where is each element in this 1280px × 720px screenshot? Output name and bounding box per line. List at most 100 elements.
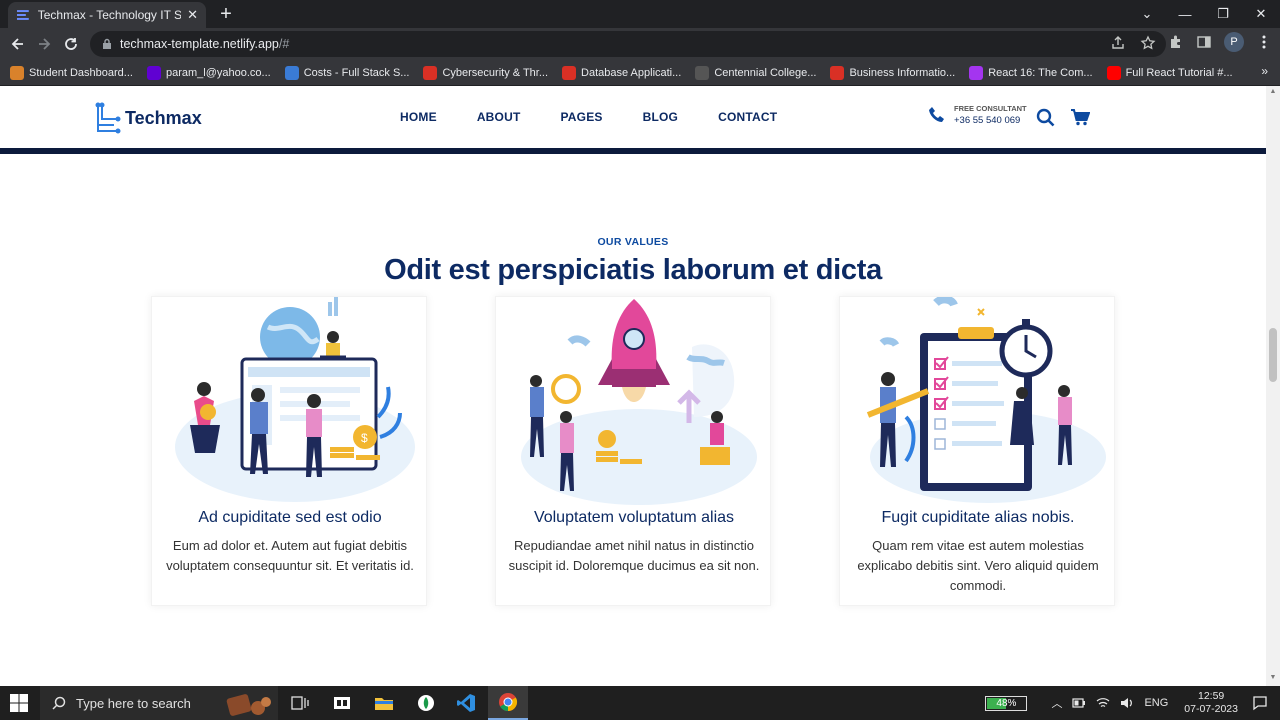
system-clock[interactable]: 12:59 07-07-2023	[1184, 690, 1238, 716]
bookmark-label: Costs - Full Stack S...	[303, 66, 410, 79]
nav-pages[interactable]: PAGES	[560, 110, 602, 124]
taskbar-app-green[interactable]	[406, 686, 446, 720]
close-window-button[interactable]: ✕	[1242, 0, 1280, 28]
scroll-down-arrow-icon[interactable]: ▼	[1269, 674, 1277, 681]
colorful-star-icon	[10, 65, 24, 80]
battery-percent: 48%	[996, 697, 1017, 709]
yahoo-icon	[146, 65, 161, 80]
taskbar-search[interactable]: Type here to search	[40, 686, 278, 720]
clock-date: 07-07-2023	[1184, 703, 1238, 715]
bookmark-item[interactable]: Business Informatio...	[830, 65, 956, 80]
battery-indicator[interactable]: 48%	[985, 695, 1028, 711]
browser-tab-active[interactable]: Techmax - Technology IT Solution ✕	[8, 2, 206, 28]
nav-contact[interactable]: CONTACT	[718, 110, 777, 124]
consultant-contact[interactable]: FREE CONSULTANT +36 55 540 069	[928, 104, 1027, 126]
reload-button[interactable]	[59, 32, 83, 56]
profile-avatar[interactable]: P	[1224, 32, 1244, 52]
bookmark-label: Business Informatio...	[849, 66, 956, 79]
taskbar-file-explorer[interactable]	[364, 686, 404, 720]
site-logo[interactable]: Techmax	[92, 101, 202, 135]
nav-blog[interactable]: BLOG	[643, 110, 678, 124]
bookmark-item[interactable]: Cybersecurity & Thr...	[423, 65, 549, 80]
bookmark-item[interactable]: param_l@yahoo.co...	[146, 65, 271, 80]
value-card: $ Ad cupiditate sed est odio Eum ad dolo…	[151, 296, 427, 606]
windows-start-icon[interactable]	[10, 694, 28, 712]
c-logo-icon	[695, 65, 710, 80]
url-host: techmax-template.netlify.app	[120, 37, 279, 51]
folder-icon	[375, 698, 393, 710]
bookmarks-bar: Student Dashboard... param_l@yahoo.co... C…	[0, 60, 1280, 86]
app-window-icon	[334, 697, 350, 709]
language-indicator[interactable]: ENG	[1144, 697, 1168, 709]
address-bar[interactable]: techmax-template.netlify.app/#	[90, 31, 1166, 57]
browser-tab-strip: Techmax - Technology IT Solution ✕ + ⌄ —…	[0, 0, 1280, 28]
tab-search-icon[interactable]: ⌄	[1128, 0, 1166, 28]
svg-text:$: $	[361, 431, 368, 445]
bookmark-item[interactable]: Full React Tutorial #...	[1106, 65, 1233, 80]
card-title: Voluptatem voluptatum alias	[533, 509, 735, 526]
s-logo-icon	[830, 65, 845, 80]
task-view-button[interactable]	[280, 686, 320, 720]
bookmark-label: Full React Tutorial #...	[1125, 66, 1233, 79]
bookmarks-overflow-button[interactable]: »	[1261, 64, 1268, 78]
maximize-button[interactable]: ❐	[1204, 0, 1242, 28]
share-icon[interactable]	[1110, 35, 1126, 51]
task-view-icon	[291, 696, 309, 710]
bookmark-item[interactable]: Centennial College...	[695, 65, 816, 80]
value-card: Fugit cupiditate alias nobis. Quam rem v…	[839, 296, 1115, 606]
nav-about[interactable]: ABOUT	[477, 110, 521, 124]
globe-icon	[284, 65, 299, 80]
bookmark-item[interactable]: Student Dashboard...	[10, 65, 133, 80]
bookmark-item[interactable]: React 16: The Com...	[969, 65, 1093, 80]
extensions-puzzle-icon[interactable]	[1168, 34, 1184, 50]
notification-icon[interactable]	[1252, 695, 1268, 711]
system-tray: 48% ︿ ENG 12:59 07-07-2023	[985, 686, 1280, 720]
clock-time: 12:59	[1198, 690, 1225, 702]
card-text: Repudiandae amet nihil natus in distinct…	[508, 538, 760, 573]
wifi-icon[interactable]	[1096, 697, 1110, 709]
leaf-circle-icon	[418, 695, 434, 711]
chevron-up-icon[interactable]: ︿	[1051, 695, 1062, 711]
section-eyebrow: OUR VALUES	[597, 236, 669, 248]
lock-icon	[103, 38, 111, 49]
page-scrollbar[interactable]: ▲ ▼	[1266, 86, 1280, 686]
checklist-clipboard-illustration	[866, 297, 1106, 503]
omnibox-actions	[1110, 35, 1156, 51]
side-panel-icon[interactable]	[1196, 34, 1212, 50]
bookmark-label: React 16: The Com...	[988, 66, 1093, 79]
forward-button[interactable]	[32, 32, 56, 56]
chocolate-search-highlight-icon	[226, 694, 271, 716]
back-button[interactable]	[6, 32, 30, 56]
card-text: Quam rem vitae est autem molestias expli…	[857, 538, 1099, 593]
taskbar-chrome[interactable]	[488, 686, 528, 720]
site-header: Techmax HOME ABOUT PAGES BLOG CONTACT FR…	[0, 86, 1266, 148]
consultant-label: FREE CONSULTANT	[954, 104, 1027, 113]
reload-icon	[65, 38, 77, 50]
search-icon[interactable]	[1036, 108, 1055, 127]
window-controls: ⌄ — ❐ ✕	[1128, 0, 1280, 28]
value-card: Voluptatem voluptatum alias Repudiandae …	[495, 296, 771, 606]
nav-home[interactable]: HOME	[400, 110, 437, 124]
section-title: Odit est perspiciatis laborum et dicta	[384, 254, 882, 286]
bookmark-label: param_l@yahoo.co...	[165, 66, 271, 79]
minimize-button[interactable]: —	[1166, 0, 1204, 28]
scroll-up-arrow-icon[interactable]: ▲	[1269, 88, 1277, 95]
battery-icon[interactable]	[1072, 698, 1086, 708]
taskbar-app-generic[interactable]	[322, 686, 362, 720]
card-title: Ad cupiditate sed est odio	[198, 509, 382, 526]
taskbar-vscode[interactable]	[446, 686, 486, 720]
cart-icon[interactable]	[1070, 108, 1090, 126]
card-title: Fugit cupiditate alias nobis.	[881, 509, 1075, 526]
bookmark-item[interactable]: Costs - Full Stack S...	[284, 65, 410, 80]
bookmark-star-icon[interactable]	[1140, 35, 1156, 51]
udemy-icon	[969, 65, 984, 80]
new-tab-button[interactable]: +	[216, 3, 236, 25]
scroll-thumb[interactable]	[1269, 328, 1277, 382]
tab-close-icon[interactable]: ✕	[187, 7, 198, 23]
browser-toolbar: techmax-template.netlify.app/# P	[0, 28, 1280, 60]
bookmark-item[interactable]: Database Applicati...	[562, 65, 681, 80]
bookmark-label: Cybersecurity & Thr...	[442, 66, 549, 79]
kebab-menu-icon[interactable]	[1256, 34, 1272, 50]
speaker-icon[interactable]	[1120, 697, 1134, 709]
techmax-favicon-icon	[16, 10, 29, 20]
